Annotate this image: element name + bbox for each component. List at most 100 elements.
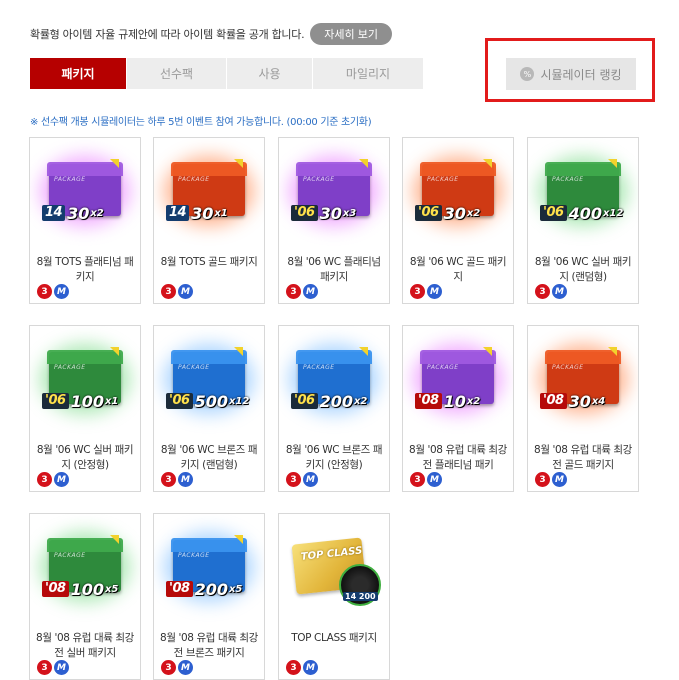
tab-use[interactable]: 사용 <box>227 58 313 89</box>
ribbon-icon <box>234 347 243 356</box>
limit-3-icon: 3 <box>37 472 52 487</box>
limit-3-icon: 3 <box>161 284 176 299</box>
pack-quantity: 400 <box>568 203 602 223</box>
pack-multiplier: x12 <box>228 395 250 407</box>
pack-multiplier: x4 <box>591 395 606 407</box>
package-title: 8월 '06 WC 골드 패키지 <box>409 256 507 283</box>
season-year-badge: '08 <box>42 581 69 597</box>
ribbon-icon <box>483 347 492 356</box>
package-image: PACKAGE '06 100 x1 <box>30 326 140 436</box>
package-badge: '08 200 x5 <box>166 580 243 599</box>
package-icons: 3M <box>161 284 193 299</box>
package-badge: '06 500 x12 <box>166 391 250 411</box>
pack-multiplier: x3 <box>342 207 357 219</box>
pack-multiplier: x5 <box>104 583 119 595</box>
pack-multiplier: x12 <box>602 207 624 219</box>
package-icons: 3M <box>161 472 193 487</box>
m-currency-icon: M <box>427 472 442 487</box>
package-label-text: PACKAGE <box>427 364 459 371</box>
package-card[interactable]: PACKAGE 14 30 x1 8월 TOTS 골드 패키지 3 M <box>153 137 265 304</box>
limit-3-icon: 3 <box>410 472 425 487</box>
pack-multiplier: x2 <box>466 207 481 219</box>
ribbon-icon <box>110 535 119 544</box>
season-year-badge: '06 <box>42 393 69 409</box>
package-card[interactable]: PACKAGE '08 100 x5 8월 '08 유럽 대륙 최강전 실버 패키지 3 M <box>29 513 141 680</box>
package-card[interactable]: PACKAGE '06 400 x12 8월 '06 WC 실버 패키지 (랜덤형) 3 M <box>527 137 639 304</box>
package-card[interactable]: PACKAGE '06 200 x2 8월 '06 WC 브론즈 패키지 (안정형) 3 M <box>278 325 390 492</box>
package-badge: '08 10 x2 <box>415 392 480 411</box>
ribbon-icon <box>359 159 368 168</box>
pack-multiplier: x5 <box>228 583 243 595</box>
package-card[interactable]: TOP CLASS 14 200 TOP CLASS 패키지 3 M <box>278 513 390 680</box>
package-label-text: PACKAGE <box>552 176 584 183</box>
package-badge: 14 30 x2 <box>42 203 104 223</box>
package-label-text: PACKAGE <box>54 552 86 559</box>
season-year-badge: '06 <box>291 205 318 221</box>
package-image: PACKAGE '06 30 x3 <box>279 138 389 248</box>
tab-package[interactable]: 패키지 <box>30 58 127 89</box>
package-card[interactable]: PACKAGE '06 30 x3 8월 '06 WC 플래티넘 패키지 3 M <box>278 137 390 304</box>
m-currency-icon: M <box>178 660 193 675</box>
package-icons: 3M <box>161 660 193 675</box>
tab-player-pack[interactable]: 선수팩 <box>127 58 227 89</box>
package-image: PACKAGE '06 30 x2 <box>403 138 513 248</box>
pack-quantity: 500 <box>194 391 228 411</box>
package-icons: 3M <box>286 660 318 675</box>
package-card[interactable]: PACKAGE '08 200 x5 8월 '08 유럽 대륙 최강전 브론즈 패키지 3… <box>153 513 265 680</box>
pack-quantity: 100 <box>70 391 104 411</box>
pack-quantity: 100 <box>70 579 104 599</box>
package-card[interactable]: PACKAGE 14 30 x2 8월 TOTS 플래티넘 패키지 3 M <box>29 137 141 304</box>
package-title: 8월 '06 WC 브론즈 패키지 (안정형) <box>285 444 383 471</box>
package-image: PACKAGE '08 30 x4 <box>528 326 638 436</box>
package-badge: '06 400 x12 <box>540 203 624 223</box>
m-currency-icon: M <box>303 472 318 487</box>
pack-quantity: 30 <box>67 203 90 223</box>
tab-mileage[interactable]: 마일리지 <box>313 58 424 89</box>
package-badge: '06 30 x3 <box>291 204 357 223</box>
season-year-badge: '08 <box>166 581 193 597</box>
limit-3-icon: 3 <box>161 660 176 675</box>
package-badge: '08 100 x5 <box>42 579 119 599</box>
package-title: 8월 TOTS 플래티넘 패키지 <box>36 256 134 283</box>
package-image: PACKAGE '06 400 x12 <box>528 138 638 248</box>
package-card[interactable]: PACKAGE '08 10 x2 8월 '08 유럽 대륙 최강전 플래티넘 패키 3 M <box>402 325 514 492</box>
notice-text: 확률형 아이템 자율 규제안에 따라 아이템 확률을 공개 합니다. <box>30 28 305 41</box>
probability-notice: 확률형 아이템 자율 규제안에 따라 아이템 확률을 공개 합니다. 자세히 보… <box>30 23 392 45</box>
pack-multiplier: x2 <box>90 207 104 219</box>
m-currency-icon: M <box>178 284 193 299</box>
ribbon-icon <box>110 159 119 168</box>
package-image: PACKAGE '08 200 x5 <box>154 514 264 624</box>
package-icons: 3M <box>410 472 442 487</box>
package-card[interactable]: PACKAGE '08 30 x4 8월 '08 유럽 대륙 최강전 골드 패키지 3 M <box>527 325 639 492</box>
package-image: TOP CLASS 14 200 <box>279 514 389 624</box>
package-image: PACKAGE '08 10 x2 <box>403 326 513 436</box>
pack-multiplier: x1 <box>104 395 119 407</box>
package-card[interactable]: PACKAGE '06 100 x1 8월 '06 WC 실버 패키지 (안정형) 3 M <box>29 325 141 492</box>
package-icons: 3M <box>410 284 442 299</box>
season-year-badge: 14 <box>166 205 190 221</box>
package-card[interactable]: PACKAGE '06 500 x12 8월 '06 WC 브론즈 패키지 (랜덤형) 3… <box>153 325 265 492</box>
pack-quantity: 30 <box>568 391 591 411</box>
package-badge: '06 200 x2 <box>291 391 367 411</box>
package-badge: '08 30 x4 <box>540 391 606 411</box>
top-class-card-text: TOP CLASS <box>300 545 363 563</box>
limit-3-icon: 3 <box>161 472 176 487</box>
ribbon-icon <box>608 347 617 356</box>
m-currency-icon: M <box>552 472 567 487</box>
m-currency-icon: M <box>54 472 69 487</box>
detail-button[interactable]: 자세히 보기 <box>310 23 392 45</box>
package-card[interactable]: PACKAGE '06 30 x2 8월 '06 WC 골드 패키지 3 M <box>402 137 514 304</box>
pack-quantity: 30 <box>443 203 466 223</box>
package-title: 8월 '06 WC 실버 패키지 (랜덤형) <box>534 256 632 283</box>
season-year-badge: '08 <box>540 393 567 409</box>
package-image: PACKAGE '06 500 x12 <box>154 326 264 436</box>
package-image: PACKAGE '08 100 x5 <box>30 514 140 624</box>
package-icons: 3M <box>286 284 318 299</box>
package-title: 8월 '08 유럽 대륙 최강전 골드 패키지 <box>534 444 632 471</box>
package-icons: 3M <box>37 472 69 487</box>
pack-quantity: 200 <box>319 391 353 411</box>
simulator-info-text: ※ 선수팩 개봉 시뮬레이터는 하루 5번 이벤트 참여 가능합니다. (00:… <box>30 117 372 128</box>
m-currency-icon: M <box>178 472 193 487</box>
package-label-text: PACKAGE <box>178 364 210 371</box>
package-image: PACKAGE 14 30 x2 <box>30 138 140 248</box>
